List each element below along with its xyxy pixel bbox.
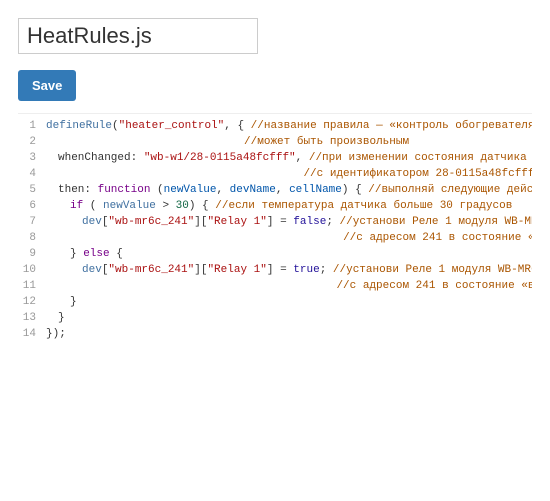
code-line[interactable]: //с адресом 241 в состояние «выключено»	[46, 230, 532, 246]
token-prm: devName	[230, 184, 276, 196]
token-pun: , {	[224, 120, 250, 132]
code-line[interactable]: whenChanged: "wb-w1/28-0115a48fcfff", //…	[46, 150, 532, 166]
filename-input[interactable]	[18, 18, 258, 54]
code-line[interactable]: dev["wb-mr6c_241"]["Relay 1"] = true; //…	[46, 262, 532, 278]
code-editor[interactable]: 1234567891011121314 defineRule("heater_c…	[18, 113, 532, 346]
token-prop: whenChanged	[58, 152, 131, 164]
code-line[interactable]: then: function (newValue, devName, cellN…	[46, 182, 532, 198]
token-var: dev	[82, 216, 102, 228]
token-pun: ,	[296, 152, 309, 164]
token-com: //название правила — «контроль обогреват…	[251, 120, 532, 132]
token-kw: if	[70, 200, 83, 212]
token-com: //может быть произвольным	[244, 136, 409, 148]
code-line[interactable]: }	[46, 310, 532, 326]
token-pun: ;	[326, 216, 339, 228]
token-op: =	[280, 216, 287, 228]
token-com: //выполняй следующие действия	[368, 184, 532, 196]
token-pun: }	[58, 312, 65, 324]
code-line[interactable]: } else {	[46, 246, 532, 262]
token-prm: newValue	[164, 184, 217, 196]
token-prm: cellName	[289, 184, 342, 196]
line-number: 5	[22, 182, 36, 198]
token-pun: (	[83, 200, 103, 212]
token-pun: ,	[216, 184, 229, 196]
token-pun: ,	[276, 184, 289, 196]
line-gutter: 1234567891011121314	[18, 114, 42, 346]
token-pun: ;	[320, 264, 333, 276]
token-pun: });	[46, 328, 66, 340]
token-kw: function	[98, 184, 151, 196]
save-button[interactable]: Save	[18, 70, 76, 101]
token-pun: ) {	[189, 200, 215, 212]
token-var: dev	[82, 264, 102, 276]
line-number: 4	[22, 166, 36, 182]
token-prop: then	[58, 184, 84, 196]
code-line[interactable]: if ( newValue > 30) { //если температура…	[46, 198, 532, 214]
line-number: 11	[22, 278, 36, 294]
token-bool: false	[293, 216, 326, 228]
code-line[interactable]: defineRule("heater_control", { //названи…	[46, 118, 532, 134]
token-op: =	[280, 264, 287, 276]
token-str: "Relay 1"	[207, 216, 266, 228]
line-number: 12	[22, 294, 36, 310]
line-number: 6	[22, 198, 36, 214]
token-var: defineRule	[46, 120, 112, 132]
token-pun: (	[112, 120, 119, 132]
code-line[interactable]: //с идентификатором 28-0115a48fcfff	[46, 166, 532, 182]
line-number: 1	[22, 118, 36, 134]
line-number: 9	[22, 246, 36, 262]
token-kw: else	[83, 248, 109, 260]
token-bool: true	[293, 264, 319, 276]
token-com: //с адресом 241 в состояние «выключено»	[343, 232, 532, 244]
code-line[interactable]: //может быть произвольным	[46, 134, 532, 150]
line-number: 3	[22, 150, 36, 166]
line-number: 8	[22, 230, 36, 246]
token-str: "Relay 1"	[207, 264, 266, 276]
token-pun: ][	[194, 216, 207, 228]
token-com: //если температура датчика больше 30 гра…	[215, 200, 512, 212]
token-var: newValue	[103, 200, 156, 212]
token-pun: {	[110, 248, 123, 260]
token-num: 30	[176, 200, 189, 212]
token-pun: }	[70, 296, 77, 308]
code-line[interactable]: dev["wb-mr6c_241"]["Relay 1"] = false; /…	[46, 214, 532, 230]
token-pun: ) {	[342, 184, 368, 196]
code-line[interactable]: }	[46, 294, 532, 310]
line-number: 2	[22, 134, 36, 150]
token-pun: ][	[194, 264, 207, 276]
token-pun: (	[150, 184, 163, 196]
line-number: 10	[22, 262, 36, 278]
code-line[interactable]: //с адресом 241 в состояние «включено»	[46, 278, 532, 294]
code-line[interactable]: });	[46, 326, 532, 342]
line-number: 14	[22, 326, 36, 342]
token-com: //с идентификатором 28-0115a48fcfff	[303, 168, 532, 180]
token-str: "wb-mr6c_241"	[108, 216, 194, 228]
token-str: "wb-mr6c_241"	[108, 264, 194, 276]
token-pun: }	[70, 248, 83, 260]
token-pun: :	[84, 184, 97, 196]
token-com: //установи Реле 1 модуля WB-MR6C	[333, 264, 532, 276]
code-area[interactable]: defineRule("heater_control", { //названи…	[42, 114, 532, 346]
line-number: 7	[22, 214, 36, 230]
token-pun: ]	[267, 264, 280, 276]
token-str: "wb-w1/28-0115a48fcfff"	[144, 152, 296, 164]
token-com: //при изменении состояния датчика 1-Wire	[309, 152, 532, 164]
token-pun	[169, 200, 176, 212]
token-pun: :	[131, 152, 144, 164]
token-com: //с адресом 241 в состояние «включено»	[336, 280, 532, 292]
token-pun: ]	[267, 216, 280, 228]
token-com: //установи Реле 1 модуля WB-MR6C	[340, 216, 532, 228]
token-str: "heater_control"	[119, 120, 225, 132]
line-number: 13	[22, 310, 36, 326]
